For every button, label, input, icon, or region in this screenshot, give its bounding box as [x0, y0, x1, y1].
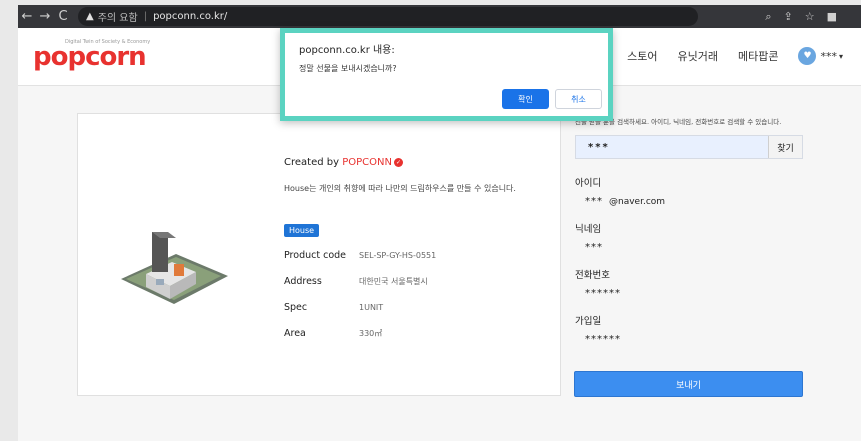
phone-value: ****** [585, 288, 621, 299]
reload-icon[interactable]: C [54, 9, 72, 24]
star-icon[interactable]: ☆ [805, 10, 815, 24]
spec-label: Address [284, 276, 322, 287]
popcorn-logo[interactable]: popcorn [33, 42, 147, 72]
id-value-masked: *** [585, 196, 603, 207]
product-card: Created by POPCONN ✓ House는 개인의 취향에 따라 나만… [77, 113, 561, 396]
send-gift-button[interactable]: 보내기 [574, 371, 803, 397]
dialog-message: 정말 선물을 보내시겠습니까? [299, 64, 397, 73]
phone-label: 전화번호 [575, 270, 610, 281]
creator-name[interactable]: POPCONN [342, 157, 392, 168]
chevron-down-icon: ▾ [838, 51, 843, 61]
house-image [121, 232, 228, 304]
spec-row-area: Area 330㎡ [284, 328, 382, 339]
dialog-title: popconn.co.kr 내용: [299, 45, 395, 56]
spec-value: SEL-SP-GY-HS-0551 [359, 251, 437, 260]
nickname-value: *** [585, 242, 603, 253]
spec-label: Product code [284, 250, 347, 261]
avatar: ♥ [798, 47, 817, 65]
nav-unit-trade[interactable]: 유닛거래 [678, 48, 718, 64]
confirm-dialog: popconn.co.kr 내용: 정말 선물을 보내시겠습니까? 확인 취소 [280, 28, 613, 121]
search-icon[interactable]: ⌕ [765, 10, 771, 24]
user-menu[interactable]: ♥ *** ▾ [798, 47, 843, 65]
nickname-label: 닉네임 [575, 224, 602, 235]
spec-row-spec: Spec 1UNIT [284, 302, 383, 313]
spec-value: 330㎡ [359, 329, 383, 338]
url-text: popconn.co.kr/ [153, 11, 228, 22]
browser-actions: ⌕ ⇪ ☆ ■ [765, 10, 861, 24]
user-name: *** [820, 49, 837, 63]
top-nav: 스토어 유닛거래 메타팝콘 ♥ *** ▾ [627, 47, 843, 65]
verified-icon: ✓ [393, 157, 403, 167]
spec-label: Spec [284, 302, 308, 313]
id-label: 아이디 [575, 178, 602, 189]
address-bar[interactable]: ▲ 주의 요함 | popconn.co.kr/ [78, 7, 698, 26]
share-icon[interactable]: ⇪ [784, 10, 793, 24]
find-button[interactable]: 찾기 [768, 136, 802, 158]
joined-value: ****** [585, 334, 621, 345]
nav-store[interactable]: 스토어 [627, 48, 657, 64]
url-separator: | [143, 11, 148, 22]
back-arrow-icon[interactable]: ← [18, 9, 36, 24]
browser-toolbar: ← → C ▲ 주의 요함 | popconn.co.kr/ ⌕ ⇪ ☆ ■ [18, 5, 861, 28]
created-by-prefix: Created by [284, 157, 343, 168]
category-badge: House [284, 224, 320, 237]
id-domain: @naver.com [609, 197, 666, 207]
confirm-ok-button[interactable]: 확인 [502, 89, 549, 109]
spec-label: Area [284, 328, 306, 339]
nav-metapopcorn[interactable]: 메타팝콘 [738, 48, 778, 64]
spec-row-product-code: Product code SEL-SP-GY-HS-0551 [284, 250, 436, 261]
confirm-cancel-button[interactable]: 취소 [555, 89, 602, 109]
joined-label: 가입일 [575, 316, 602, 327]
recipient-search-input[interactable]: *** [576, 142, 768, 153]
sidebar-icon[interactable]: ■ [827, 10, 837, 24]
spec-value: 대한민국 서울특별시 [359, 277, 428, 286]
forward-arrow-icon[interactable]: → [36, 9, 54, 24]
recipient-search: *** 찾기 [575, 135, 803, 159]
spec-row-address: Address 대한민국 서울특별시 [284, 276, 428, 287]
security-warning: 주의 요함 [97, 13, 138, 24]
created-by: Created by POPCONN ✓ [284, 157, 403, 168]
spec-value: 1UNIT [359, 303, 384, 312]
id-value: *** @naver.com [585, 196, 665, 207]
warning-icon: ▲ [86, 11, 94, 22]
product-description: House는 개인의 취향에 따라 나만의 드림하우스를 만들 수 있습니다. [284, 184, 516, 193]
